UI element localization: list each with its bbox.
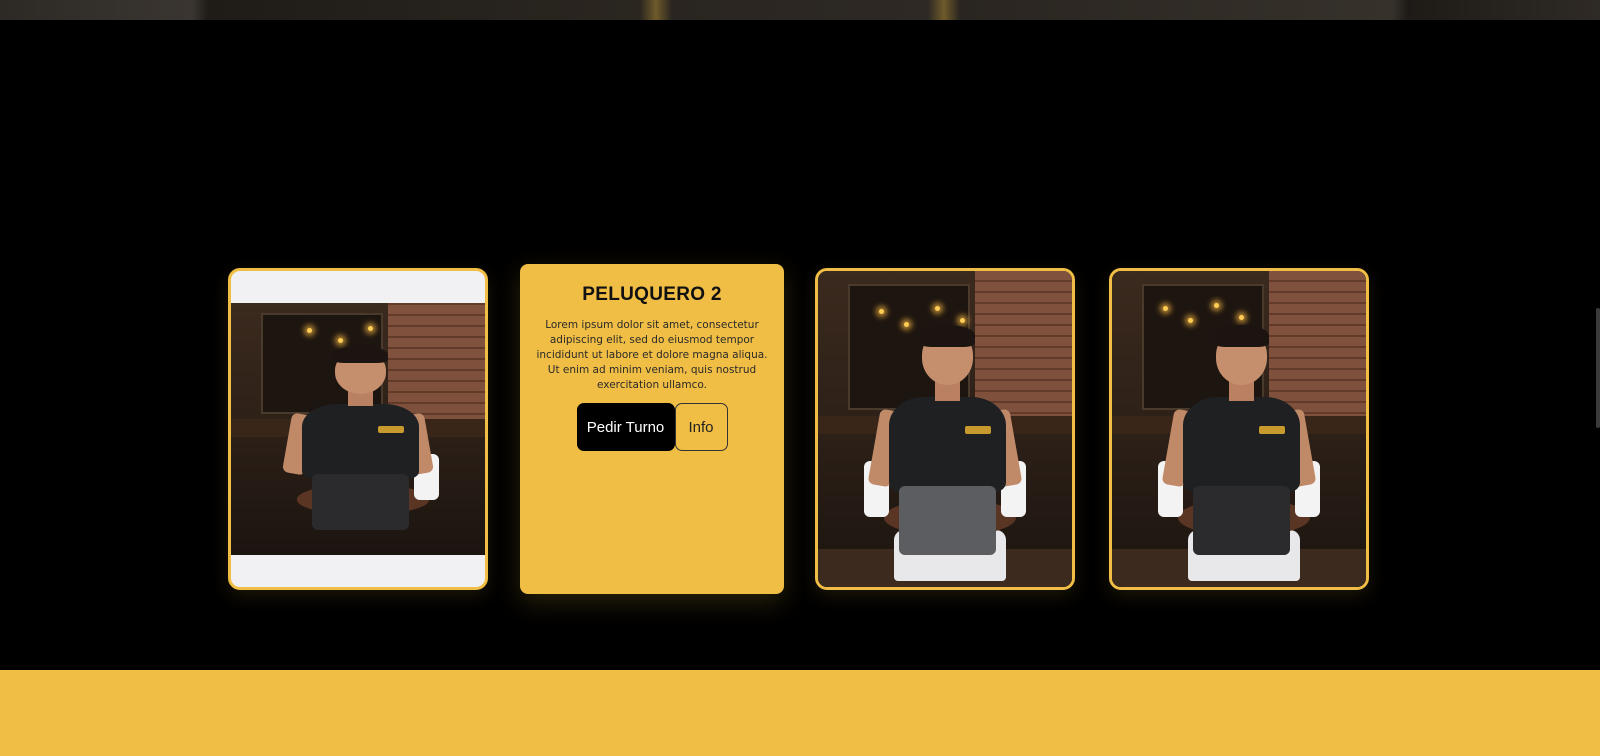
person-hair bbox=[332, 345, 389, 364]
barber-info-card: PELUQUERO 2 Lorem ipsum dolor sit amet, … bbox=[520, 264, 784, 594]
person-legs bbox=[899, 485, 996, 556]
brick-wall bbox=[388, 303, 485, 424]
light-bulb-icon bbox=[1213, 302, 1219, 308]
light-bulb-icon bbox=[934, 305, 940, 311]
light-bulb-icon bbox=[368, 325, 374, 331]
barber-photo-4 bbox=[1112, 271, 1366, 587]
barber-photo-3 bbox=[818, 271, 1072, 587]
book-appointment-button[interactable]: Pedir Turno bbox=[576, 403, 675, 451]
person-hair bbox=[919, 324, 976, 347]
brick-wall bbox=[1269, 271, 1366, 423]
person-hair bbox=[1213, 324, 1270, 347]
person-legs bbox=[1193, 485, 1290, 556]
person-shirt bbox=[302, 403, 419, 480]
person-shirt bbox=[1183, 397, 1300, 493]
scrollbar-thumb[interactable] bbox=[1596, 308, 1600, 428]
light-bulb-icon bbox=[1162, 305, 1168, 311]
light-bulb-icon bbox=[878, 308, 884, 314]
light-bulb-icon bbox=[904, 321, 910, 327]
footer-band bbox=[0, 670, 1600, 756]
hero-banner-bottom-edge bbox=[0, 0, 1600, 20]
barber-card-1[interactable] bbox=[228, 268, 488, 590]
brick-wall bbox=[975, 271, 1072, 423]
shirt-logo-icon bbox=[1259, 425, 1285, 434]
shirt-logo-icon bbox=[378, 426, 404, 433]
shirt-logo-icon bbox=[965, 425, 991, 434]
light-bulb-icon bbox=[337, 338, 343, 344]
info-button[interactable]: Info bbox=[674, 403, 728, 451]
person-shirt bbox=[889, 397, 1006, 493]
barber-photo-1 bbox=[231, 303, 485, 555]
person-legs bbox=[312, 474, 409, 530]
barber-card-3[interactable] bbox=[815, 268, 1075, 590]
card-actions: Pedir Turno Info bbox=[520, 403, 784, 451]
barber-name: PELUQUERO 2 bbox=[582, 284, 722, 305]
barber-description: Lorem ipsum dolor sit amet, consectetur … bbox=[536, 319, 768, 391]
barber-card-4[interactable] bbox=[1109, 268, 1369, 590]
